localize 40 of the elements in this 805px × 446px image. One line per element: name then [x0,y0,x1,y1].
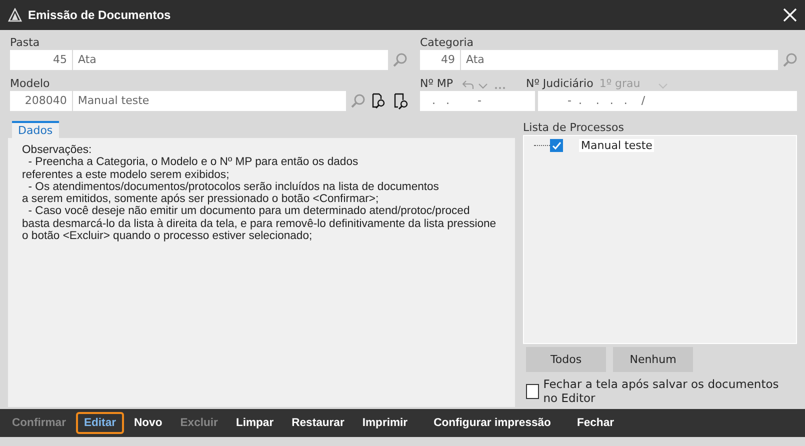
judicial-number-field[interactable]: - . . . . / [538,90,797,110]
code-field[interactable]: 208040 [10,90,72,110]
field-label: Categoria [420,36,474,49]
search-icon[interactable] [392,52,408,68]
code-field[interactable]: 45 [10,50,72,70]
toolbar-button[interactable]: Novo [126,412,170,434]
mp-number-field[interactable]: . . - [420,90,535,110]
code-field[interactable]: 49 [420,50,460,70]
chevron-down-icon[interactable] [658,82,668,90]
toolbar-button[interactable]: Configurar impressão [426,412,559,434]
toolbar-button[interactable]: Limpar [228,412,282,434]
search-icon[interactable] [782,52,798,68]
search-icon[interactable] [350,92,366,108]
field-label: Nº MP [420,77,454,90]
select-button[interactable]: Todos [526,347,606,372]
name-field[interactable]: Ata [73,50,388,70]
name-field[interactable]: Manual teste [72,90,346,110]
document-search-icon[interactable] [392,92,410,110]
observations-text: Observações: - Preencha a Categoria, o Modelo e o Nº MP para então os dados referentes a este modelo serem exibidos; - Os atendimentos/documentos/protocolos serão incluídos na lista de documentos a serem emitidos, somente após ser pressionado o botão <Confirmar>; - Caso você deseje não emitir um documento para um determinado atend/protoc/proced basta desmarcá-lo da lista à direita da tela, e para removê-lo definitivamente da lista pressione o botão <Excluir> quando o processo estiver selecionado; [22,144,498,242]
toolbar-button[interactable]: Imprimir [354,412,416,434]
field-label: Nº Judiciário [526,77,594,90]
undo-icon[interactable] [462,80,474,90]
app-logo-icon [8,8,22,22]
checkbox[interactable] [550,139,564,152]
toolbar-button[interactable]: Restaurar [284,412,352,434]
chevron-down-icon[interactable] [478,82,488,90]
field-label: Modelo [10,77,50,90]
checkbox[interactable] [526,384,540,398]
field-label: Pasta [10,36,40,49]
list-item[interactable]: Manual teste [579,139,654,152]
toolbar-button[interactable]: Fechar [568,412,622,434]
name-field[interactable]: Ata [461,50,778,70]
toolbar-button[interactable]: Editar [76,412,124,434]
more-icon[interactable] [494,86,506,90]
close-icon[interactable] [783,8,797,22]
tab[interactable]: Dados [12,121,59,138]
window-title: Emissão de Documentos [28,8,172,22]
select-button[interactable]: Nenhum [613,347,694,372]
checkbox-label[interactable]: Fechar a tela após salvar os documentos no Editor [543,377,794,405]
list-title: Lista de Processos [523,121,624,134]
